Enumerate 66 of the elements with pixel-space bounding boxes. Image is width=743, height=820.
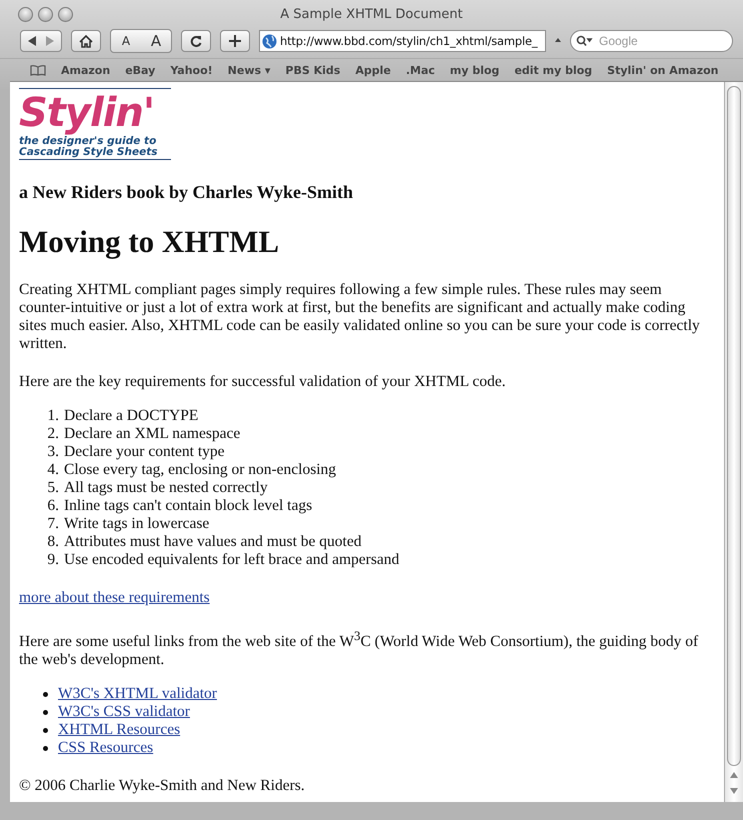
- bookmark-item[interactable]: Amazon: [61, 64, 110, 76]
- item-number: 9.: [46, 551, 59, 569]
- bullet-icon: [43, 710, 48, 715]
- links-paragraph: Here are some useful links from the web site of the W$^{3}$C (World Wide Web Consortium), the guiding body of the web's development.: [19, 627, 700, 670]
- item-number: 3.: [46, 443, 59, 461]
- window-control[interactable]: [18, 6, 33, 22]
- intro-paragraph: Creating XHTML compliant pages simply requires following a few simple rules. These rules may seem counter-intuitive or just a lot of extra work at first, but the benefits are significant and actually make coding sites much easier. Also, XHTML code can be easily validated online so you can be sure your code is correctly written.: [19, 281, 701, 353]
- bullet-icon: [43, 692, 48, 697]
- copyright-text: © 2006 Charlie Wyke-Smith and New Riders.: [19, 777, 306, 796]
- stylin-logo: Stylin' the designer's guide to Cascading Style Sheets: [19, 88, 171, 160]
- plus-icon: [229, 35, 241, 47]
- resource-link[interactable]: XHTML Resources: [58, 721, 180, 740]
- item-number: 5.: [46, 479, 59, 497]
- window-control[interactable]: [58, 6, 73, 22]
- search-input[interactable]: Google: [597, 33, 711, 49]
- search-icon: [576, 35, 594, 47]
- resource-link[interactable]: W3C's CSS validator: [58, 703, 190, 722]
- resource-link[interactable]: W3C's XHTML validator: [58, 685, 217, 704]
- requirement-item: Declare your content type: [64, 443, 225, 461]
- item-number: 1.: [46, 407, 59, 425]
- bookmark-item[interactable]: .Mac: [406, 64, 435, 76]
- byline: a New Riders book by Charles Wyke-Smith: [19, 183, 354, 201]
- bookmark-item[interactable]: News ▾: [228, 64, 270, 76]
- item-number: 7.: [46, 515, 59, 533]
- smaller-text-button[interactable]: A: [111, 30, 141, 52]
- requirement-item: Declare an XML namespace: [64, 425, 240, 443]
- bookmark-item[interactable]: eBay: [125, 64, 156, 76]
- home-button[interactable]: [71, 30, 101, 52]
- resource-link[interactable]: CSS Resources: [58, 739, 154, 758]
- reload-button[interactable]: [181, 30, 211, 52]
- window-title: A Sample XHTML Document: [280, 6, 463, 22]
- requirement-item: Declare a DOCTYPE: [64, 407, 198, 425]
- forward-icon[interactable]: [45, 36, 55, 46]
- item-number: 2.: [46, 425, 59, 443]
- home-icon: [79, 34, 93, 48]
- bullet-icon: [43, 728, 48, 733]
- bookmark-item[interactable]: Apple: [355, 64, 391, 76]
- page-heading: Moving to XHTML: [19, 223, 280, 261]
- bookmark-item[interactable]: edit my blog: [514, 64, 592, 76]
- requirement-item: Use encoded equivalents for left brace and ampersand: [64, 551, 400, 569]
- back-forward-button[interactable]: [20, 30, 62, 52]
- bookmark-item[interactable]: my blog: [450, 64, 500, 76]
- item-number: 8.: [46, 533, 59, 551]
- bookmarks-book-icon[interactable]: [30, 64, 46, 76]
- scrollbar[interactable]: [724, 82, 743, 802]
- item-number: 6.: [46, 497, 59, 515]
- reload-icon: [190, 35, 202, 47]
- requirement-item: Close every tag, enclosing or non-enclosing: [64, 461, 336, 479]
- requirement-item: Attributes must have values and must be quoted: [64, 533, 362, 551]
- requirement-item: Write tags in lowercase: [64, 515, 210, 533]
- requirement-item: All tags must be nested correctly: [64, 479, 268, 497]
- search-field[interactable]: Google: [570, 30, 733, 52]
- larger-text-button[interactable]: A: [141, 30, 171, 52]
- address-field[interactable]: http://www.bbd.com/stylin/ch1_xhtml/sample_: [259, 30, 546, 52]
- bullet-icon: [43, 746, 48, 751]
- requirement-item: Inline tags can't contain block level tags: [64, 497, 312, 515]
- add-bookmark-button[interactable]: [220, 30, 250, 52]
- more-link[interactable]: more about these requirements: [19, 589, 210, 606]
- item-number: 4.: [46, 461, 59, 479]
- bookmark-item[interactable]: PBS Kids: [285, 64, 340, 76]
- lead-paragraph: Here are the key requirements for successful validation of your XHTML code.: [19, 373, 507, 391]
- bookmark-item[interactable]: Yahoo!: [170, 64, 213, 76]
- globe-icon: [262, 34, 277, 48]
- back-icon[interactable]: [27, 36, 37, 46]
- bookmark-item[interactable]: Stylin' on Amazon: [607, 64, 718, 76]
- window-control[interactable]: [38, 6, 53, 22]
